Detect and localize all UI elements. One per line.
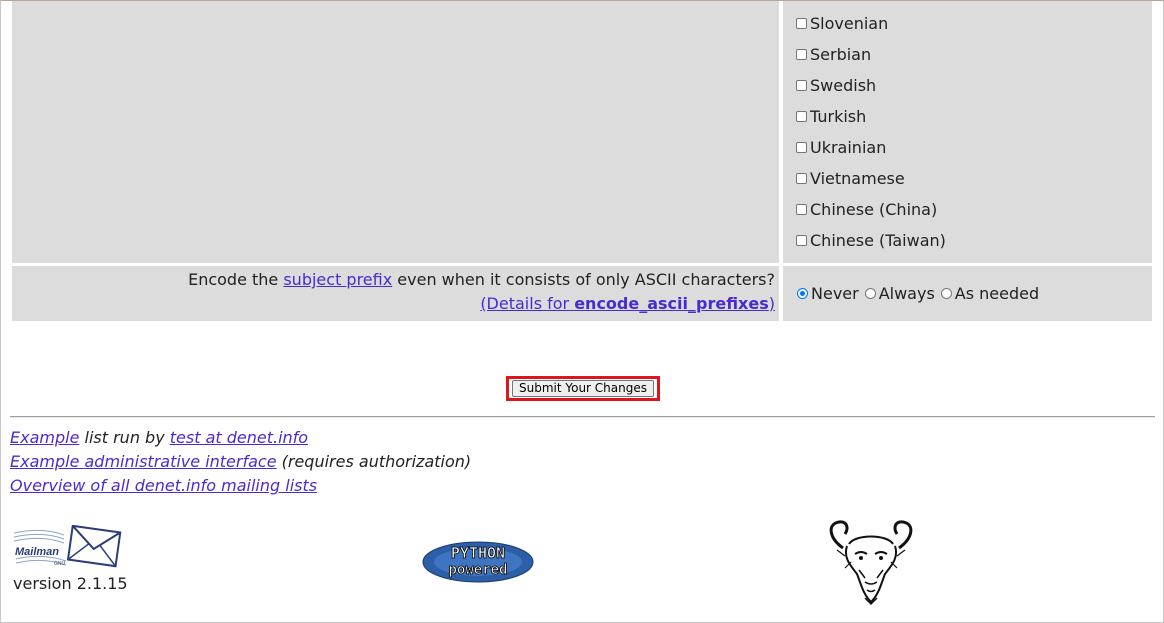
language-option-ukrainian[interactable]: Ukrainian — [796, 137, 886, 157]
language-label: Slovenian — [810, 13, 889, 33]
turkish-checkbox[interactable] — [796, 110, 807, 122]
python-powered-logo[interactable]: PYTHON powered — [422, 539, 534, 583]
submit-highlight-box: Submit Your Changes — [506, 376, 660, 401]
encode-details-link[interactable]: (Details for encode_ascii_prefixes) — [480, 294, 775, 313]
question-text: even when it consists of only ASCII char… — [392, 270, 775, 289]
question-text: Encode the — [188, 270, 284, 289]
ukrainian-checkbox[interactable] — [796, 141, 807, 153]
language-label: Ukrainian — [810, 137, 887, 157]
mailman-envelope-icon: Mailman GNU — [13, 524, 122, 568]
language-label: Vietnamese — [810, 168, 905, 188]
svg-text:powered: powered — [448, 562, 507, 578]
overview-link[interactable]: Overview of all denet.info mailing lists — [10, 476, 317, 495]
language-option-vietnamese[interactable]: Vietnamese — [796, 168, 905, 188]
serbian-checkbox[interactable] — [796, 48, 807, 60]
encode-question-cell: Encode the subject prefix even when it c… — [12, 266, 779, 321]
language-option-swedish[interactable]: Swedish — [796, 75, 876, 95]
encode-options-cell: Never Always As needed — [783, 266, 1152, 321]
footer-list-info: Example list run by test at denet.info — [10, 428, 308, 447]
language-label: Swedish — [810, 75, 877, 95]
options-label-cell — [12, 1, 779, 263]
admin-interface-link[interactable]: Example administrative interface — [10, 452, 277, 471]
language-label: Chinese (Taiwan) — [810, 230, 946, 250]
footer-divider — [10, 416, 1155, 418]
language-options-cell: Slovenian Serbian Swedish Turkish Ukrain… — [783, 1, 1152, 263]
language-option-turkish[interactable]: Turkish — [796, 106, 866, 126]
svg-text:GNU: GNU — [54, 561, 66, 567]
language-label: Serbian — [810, 44, 872, 64]
python-powered-icon: PYTHON powered — [422, 541, 534, 583]
svg-text:Mailman: Mailman — [15, 546, 59, 558]
owner-link[interactable]: test at denet.info — [170, 428, 308, 447]
chinese-china-checkbox[interactable] — [796, 203, 807, 215]
chinese-taiwan-checkbox[interactable] — [796, 234, 807, 246]
submit-button[interactable]: Submit Your Changes — [511, 380, 654, 397]
footer-admin-info: Example administrative interface (requir… — [10, 452, 471, 471]
radio-label: As needed — [954, 284, 1040, 303]
slovenian-checkbox[interactable] — [796, 17, 807, 29]
language-option-slovenian[interactable]: Slovenian — [796, 13, 888, 33]
version-text: version 2.1.15 — [13, 574, 128, 593]
radio-label: Always — [878, 284, 935, 303]
mailman-logo[interactable]: Mailman GNU — [12, 524, 124, 573]
svg-text:PYTHON: PYTHON — [451, 544, 505, 562]
language-label: Chinese (China) — [810, 199, 938, 219]
radio-option-never[interactable]: Never — [797, 284, 859, 303]
language-option-serbian[interactable]: Serbian — [796, 44, 871, 64]
list-info-link[interactable]: Example — [10, 428, 79, 447]
radio-option-always[interactable]: Always — [864, 284, 935, 303]
details-variable-name: encode_ascii_prefixes — [574, 294, 769, 313]
run-by-text: list run by — [79, 428, 170, 447]
swedish-checkbox[interactable] — [796, 79, 807, 91]
radio-option-as-needed[interactable]: As needed — [940, 284, 1040, 303]
language-option-chinese-taiwan[interactable]: Chinese (Taiwan) — [796, 230, 946, 250]
never-radio[interactable] — [797, 288, 808, 299]
gnu-head-icon — [829, 520, 913, 606]
gnu-logo[interactable] — [825, 518, 917, 606]
language-option-chinese-china[interactable]: Chinese (China) — [796, 199, 937, 219]
as-needed-radio[interactable] — [940, 288, 952, 299]
encode-question: Encode the subject prefix even when it c… — [188, 270, 775, 289]
always-radio[interactable] — [864, 288, 876, 299]
language-label: Turkish — [810, 106, 867, 126]
subject-prefix-link[interactable]: subject prefix — [283, 270, 392, 289]
details-prefix: (Details for — [480, 294, 575, 313]
footer-overview: Overview of all denet.info mailing lists — [10, 476, 317, 495]
encode-radio-group: Never Always As needed — [797, 284, 1045, 303]
details-suffix: ) — [768, 294, 775, 313]
radio-label: Never — [811, 284, 859, 303]
vietnamese-checkbox[interactable] — [796, 172, 807, 184]
admin-note: (requires authorization) — [276, 452, 472, 471]
